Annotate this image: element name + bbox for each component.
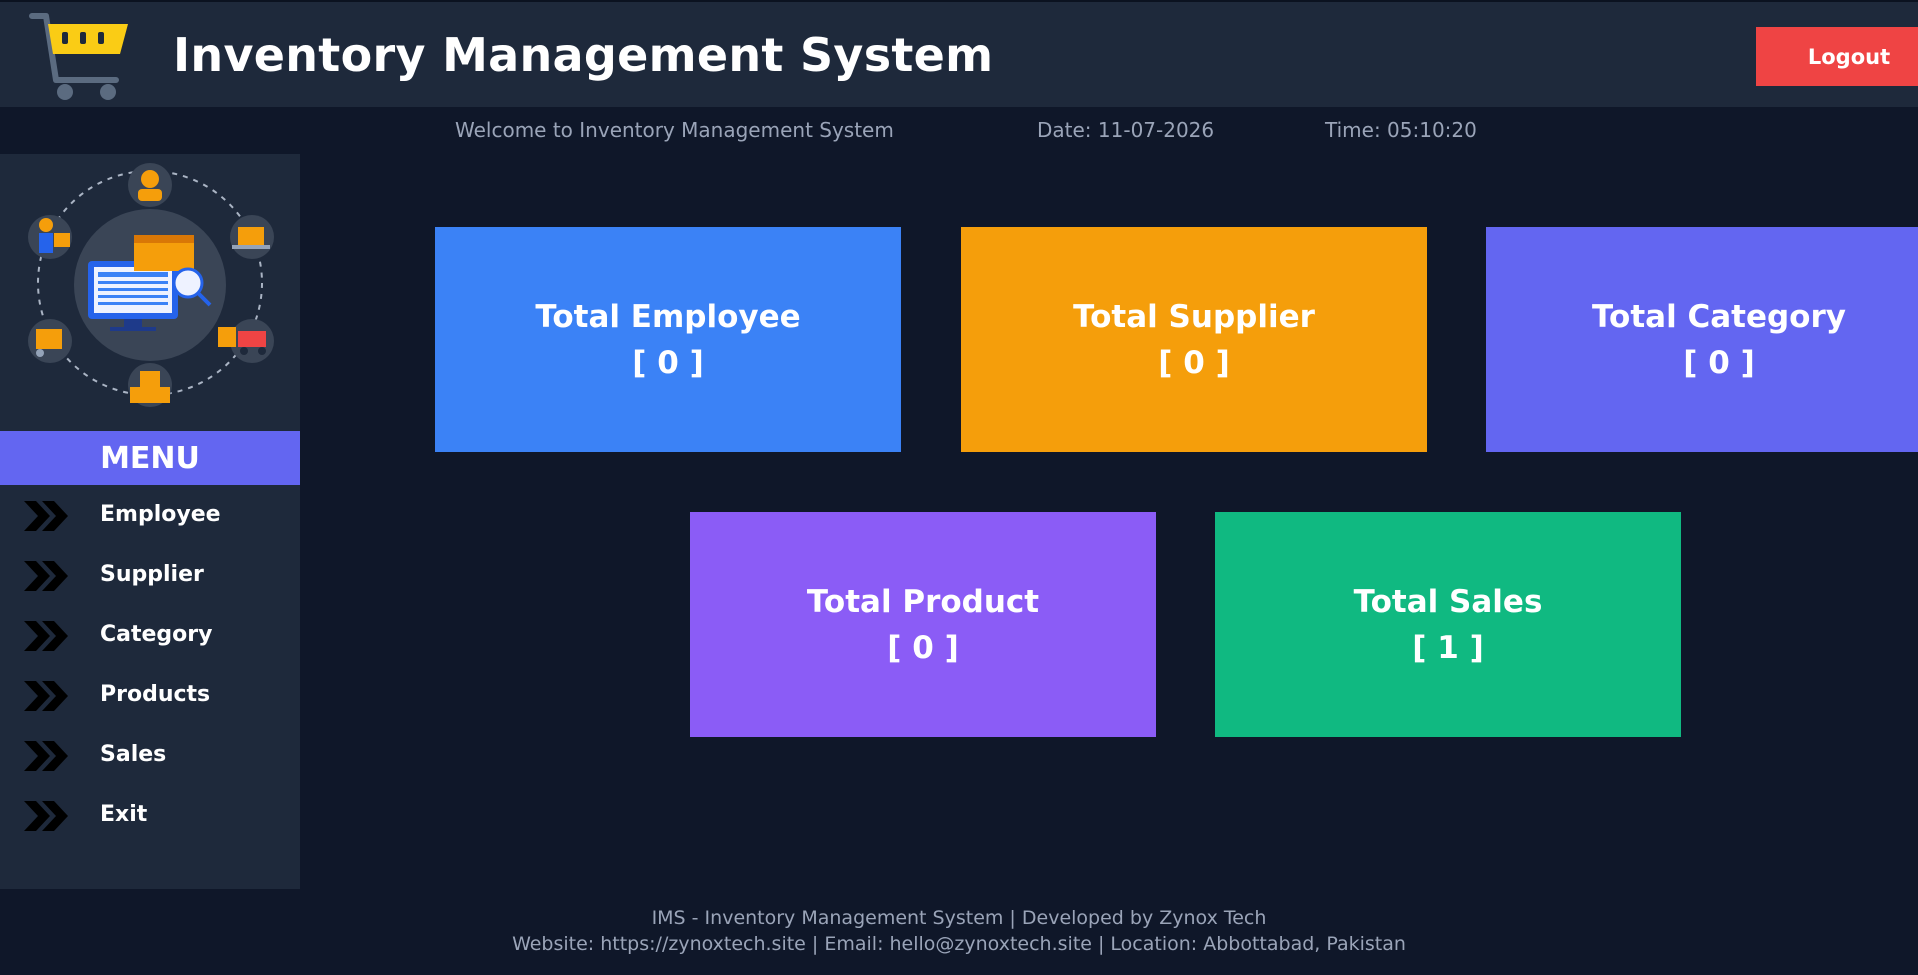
- card-title: Total Supplier: [1073, 298, 1315, 335]
- card-value: [ 0 ]: [632, 344, 704, 381]
- time-text: Time: 05:10:20: [1325, 118, 1477, 142]
- footer-credits: IMS - Inventory Management System | Deve…: [651, 907, 1267, 929]
- menu-item-exit[interactable]: Exit: [0, 785, 300, 845]
- sidebar: MENU Employee Supplier Category Products…: [0, 154, 300, 889]
- card-title: Total Category: [1592, 298, 1846, 335]
- card-value: [ 0 ]: [1158, 344, 1230, 381]
- menu-item-label: Exit: [100, 802, 148, 827]
- total-category-card: Total Category [ 0 ]: [1486, 227, 1918, 452]
- total-sales-card: Total Sales [ 1 ]: [1215, 512, 1681, 737]
- card-title: Total Sales: [1353, 583, 1543, 620]
- card-value: [ 0 ]: [1683, 344, 1755, 381]
- double-chevron-right-icon: [24, 741, 68, 771]
- card-value: [ 0 ]: [887, 629, 959, 666]
- menu-list: Employee Supplier Category Products Sale…: [0, 485, 300, 845]
- menu-item-label: Supplier: [100, 562, 204, 587]
- menu-item-sales[interactable]: Sales: [0, 725, 300, 785]
- menu-item-label: Sales: [100, 742, 167, 767]
- total-supplier-card: Total Supplier [ 0 ]: [961, 227, 1427, 452]
- footer-contact: Website: https://zynoxtech.site | Email:…: [512, 933, 1406, 955]
- card-title: Total Product: [806, 583, 1040, 620]
- menu-item-supplier[interactable]: Supplier: [0, 545, 300, 605]
- date-text: Date: 11-07-2026: [1037, 118, 1215, 142]
- menu-item-label: Products: [100, 682, 211, 707]
- double-chevron-right-icon: [24, 561, 68, 591]
- double-chevron-right-icon: [24, 621, 68, 651]
- card-value: [ 1 ]: [1412, 629, 1484, 666]
- app-title: Inventory Management System: [173, 28, 994, 82]
- info-bar: Welcome to Inventory Management System D…: [0, 107, 1918, 153]
- welcome-text: Welcome to Inventory Management System: [455, 118, 894, 142]
- card-title: Total Employee: [535, 298, 801, 335]
- total-employee-card: Total Employee [ 0 ]: [435, 227, 901, 452]
- double-chevron-right-icon: [24, 681, 68, 711]
- menu-item-label: Category: [100, 622, 213, 647]
- menu-item-category[interactable]: Category: [0, 605, 300, 665]
- total-product-card: Total Product [ 0 ]: [690, 512, 1156, 737]
- app-header: Inventory Management System Logout: [0, 0, 1918, 107]
- logout-button[interactable]: Logout: [1756, 27, 1918, 86]
- shopping-cart-icon: [29, 13, 128, 100]
- double-chevron-right-icon: [24, 801, 68, 831]
- inventory-illustration: [28, 163, 274, 407]
- menu-item-employee[interactable]: Employee: [0, 485, 300, 545]
- double-chevron-right-icon: [24, 501, 68, 531]
- menu-item-products[interactable]: Products: [0, 665, 300, 725]
- menu-title: MENU: [0, 431, 300, 485]
- menu-item-label: Employee: [100, 502, 221, 527]
